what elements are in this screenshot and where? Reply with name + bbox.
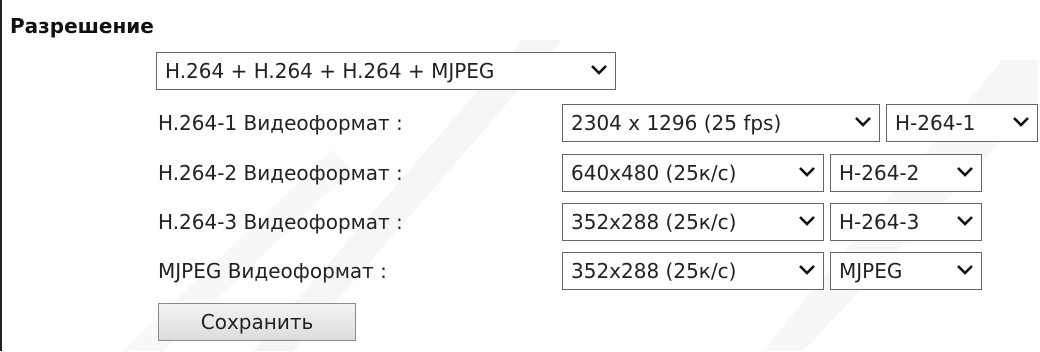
section-title: Разрешение [10,14,154,38]
h264-1-stream-select[interactable]: H-264-1 [886,104,1038,142]
h264-2-stream-select[interactable]: H-264-2 [830,154,982,192]
mjpeg-label: MJPEG Видеоформат : [158,259,387,283]
h264-1-resolution-select[interactable]: 2304 x 1296 (25 fps) [562,104,880,142]
chevron-down-icon [957,265,973,275]
h264-3-stream-value: H-264-3 [839,210,920,234]
h264-1-label: H.264-1 Видеоформат : [158,111,403,135]
chevron-down-icon [591,65,607,75]
stream-mode-select[interactable]: H.264 + H.264 + H.264 + MJPEG [156,52,616,90]
mjpeg-stream-value: MJPEG [839,259,903,283]
mjpeg-stream-select[interactable]: MJPEG [830,252,982,290]
h264-2-resolution-value: 640x480 (25к/с) [571,161,737,185]
h264-3-resolution-value: 352x288 (25к/с) [571,210,737,234]
chevron-down-icon [1013,117,1029,127]
h264-2-label: H.264-2 Видеоформат : [158,161,403,185]
h264-3-resolution-select[interactable]: 352x288 (25к/с) [562,203,824,241]
chevron-down-icon [855,117,871,127]
chevron-down-icon [799,265,815,275]
chevron-down-icon [957,167,973,177]
h264-2-stream-value: H-264-2 [839,161,920,185]
h264-2-resolution-select[interactable]: 640x480 (25к/с) [562,154,824,192]
mjpeg-resolution-select[interactable]: 352x288 (25к/с) [562,252,824,290]
chevron-down-icon [799,167,815,177]
h264-1-stream-value: H-264-1 [895,111,976,135]
chevron-down-icon [799,216,815,226]
save-button[interactable]: Сохранить [158,303,356,341]
resolution-panel: Разрешение H.264 + H.264 + H.264 + MJPEG… [0,0,1038,351]
h264-3-stream-select[interactable]: H-264-3 [830,203,982,241]
h264-1-resolution-value: 2304 x 1296 (25 fps) [571,111,782,135]
h264-3-label: H.264-3 Видеоформат : [158,210,403,234]
chevron-down-icon [957,216,973,226]
stream-mode-value: H.264 + H.264 + H.264 + MJPEG [165,59,495,83]
mjpeg-resolution-value: 352x288 (25к/с) [571,259,737,283]
